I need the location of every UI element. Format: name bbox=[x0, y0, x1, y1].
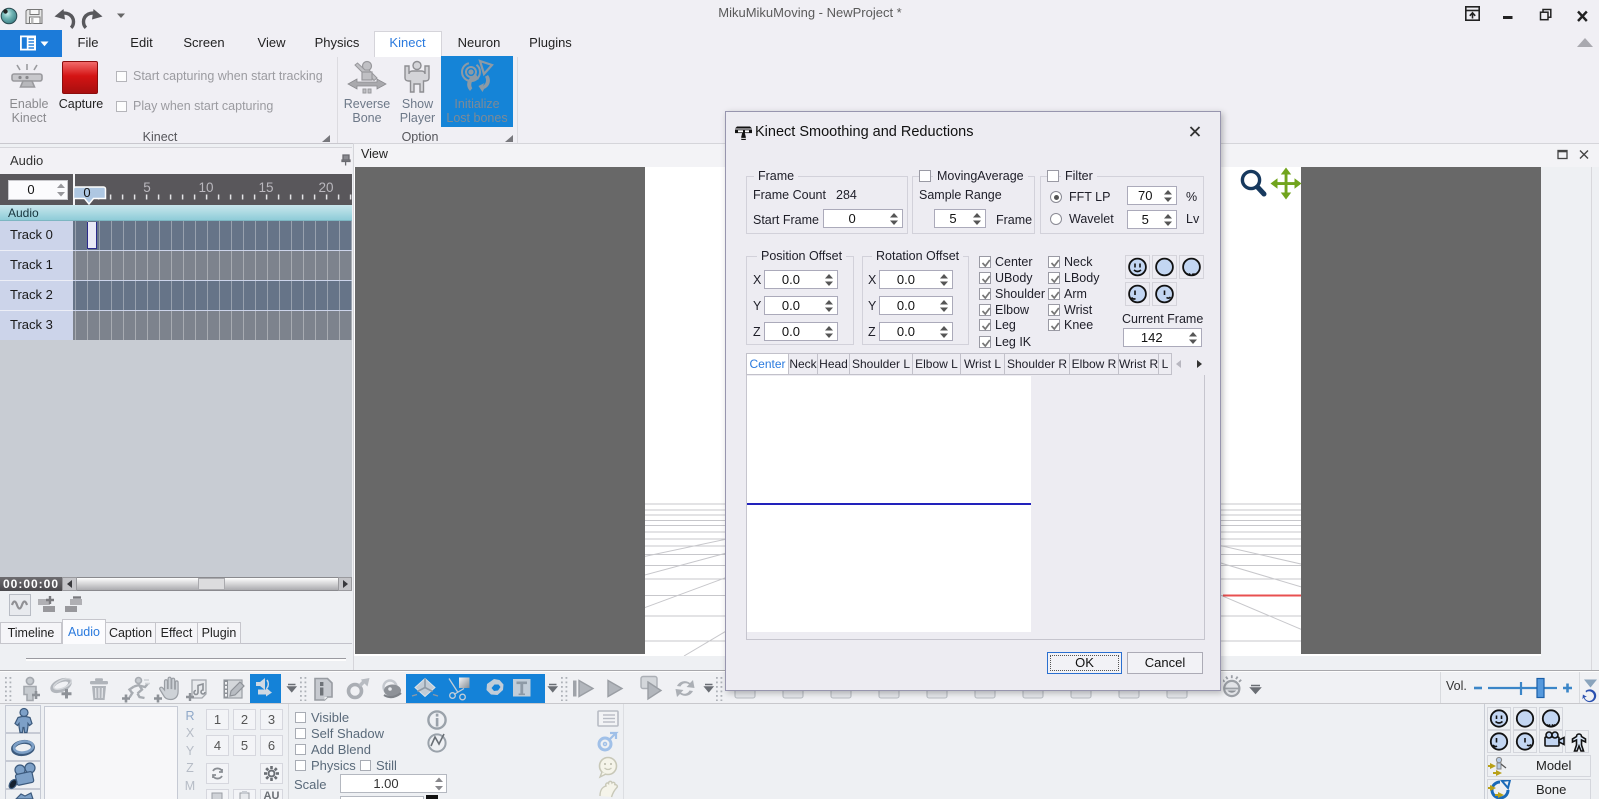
svg-text:0: 0 bbox=[83, 186, 90, 200]
